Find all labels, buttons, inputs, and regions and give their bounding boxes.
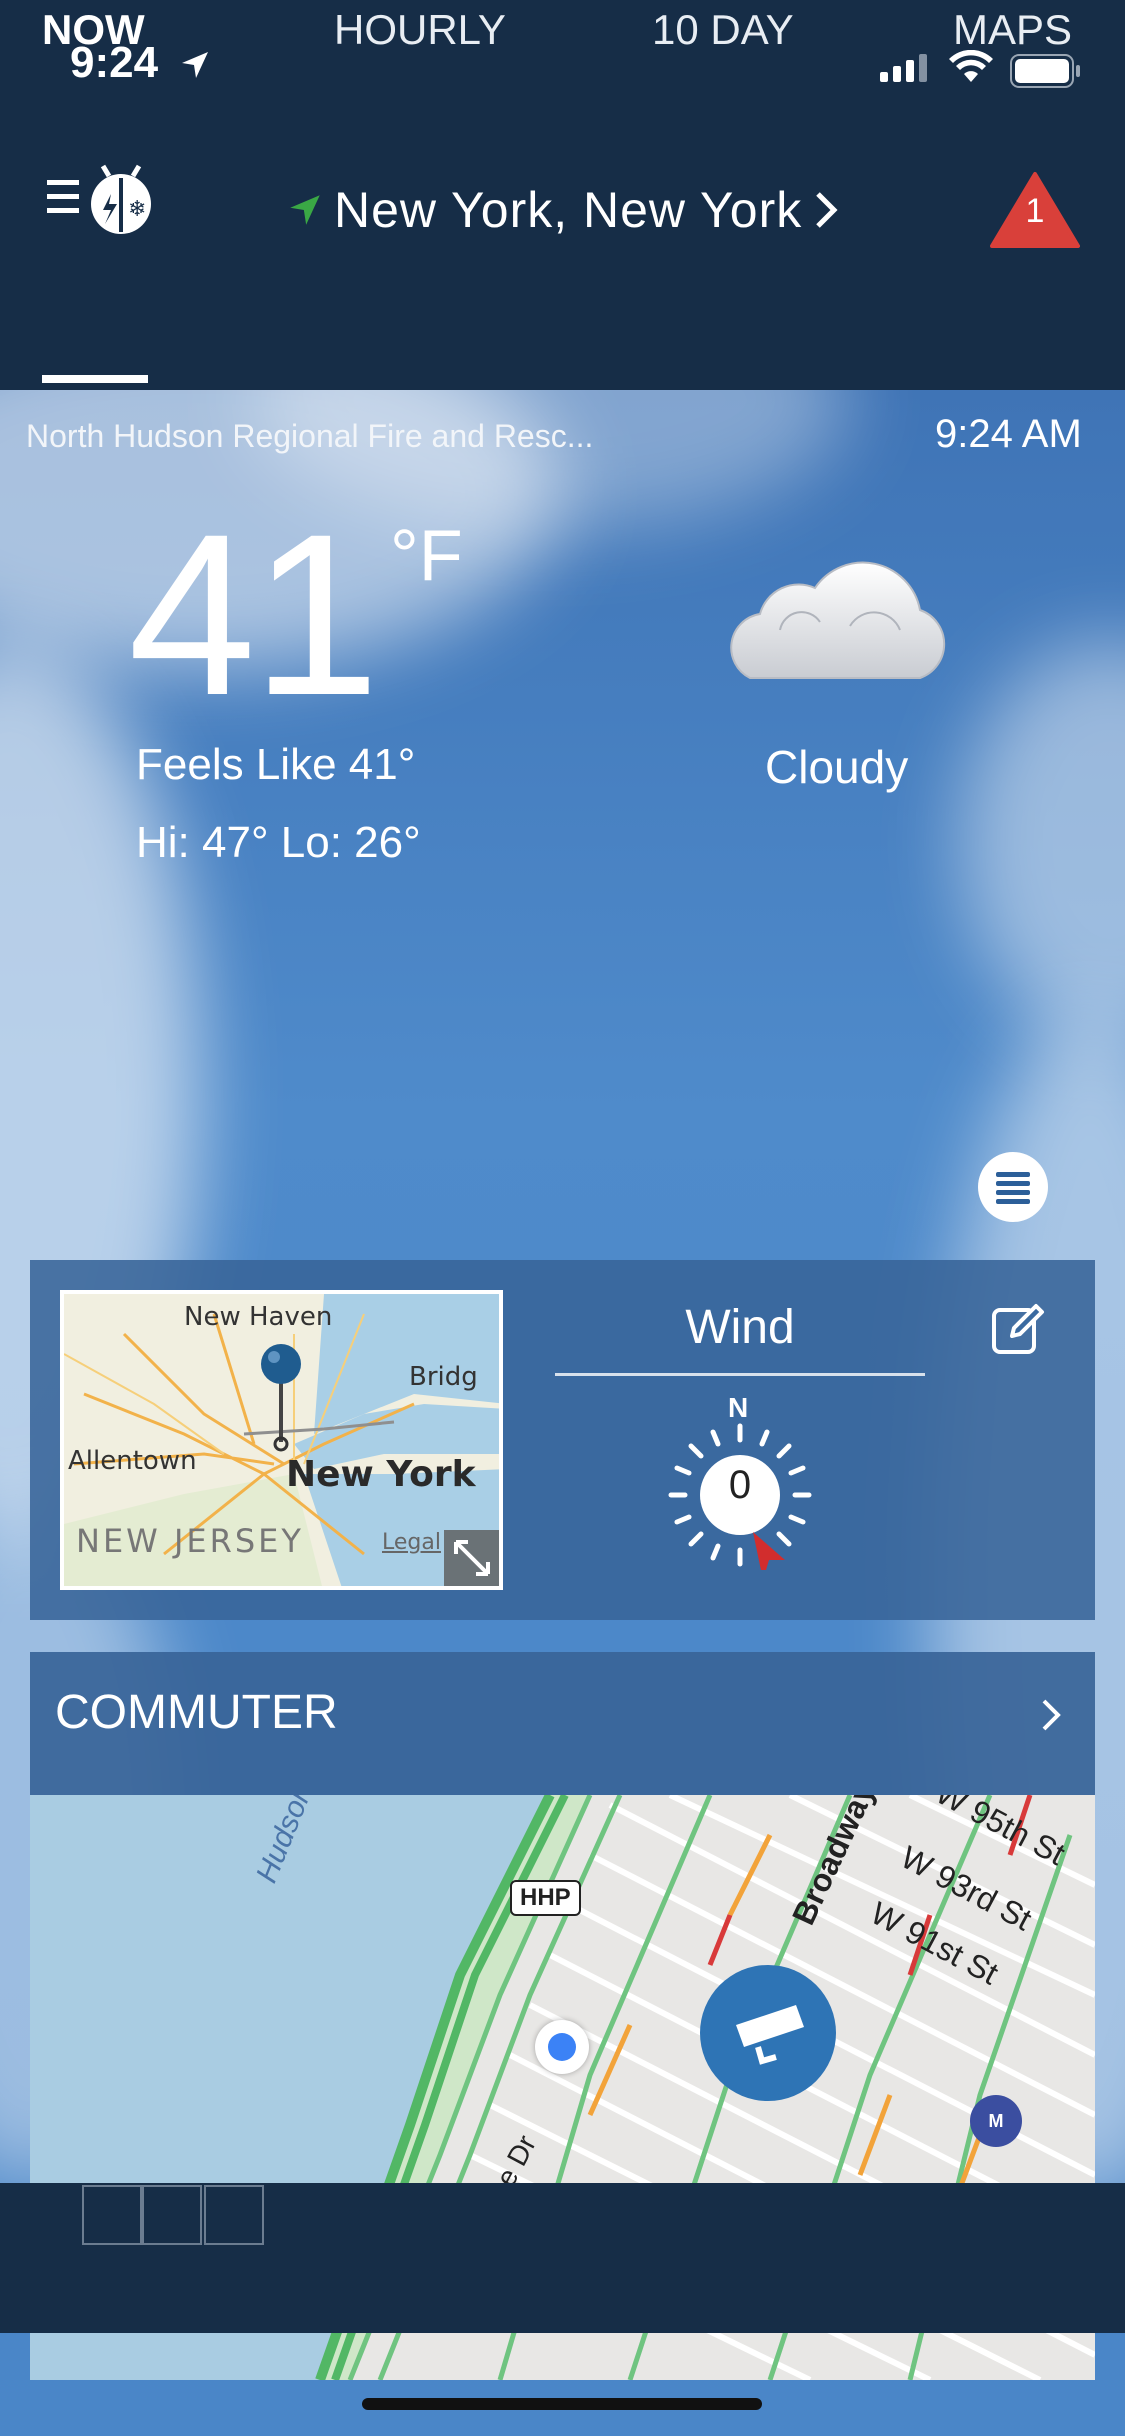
subway-icon: M	[970, 2095, 1022, 2147]
map-legal-link[interactable]: Legal	[382, 1530, 441, 1555]
tab-hourly[interactable]: HOURLY	[334, 0, 506, 90]
wind-divider	[555, 1373, 925, 1376]
tab-10-day[interactable]: 10 DAY	[652, 0, 794, 90]
condition-text: Cloudy	[765, 741, 909, 793]
map-label-new-haven: New Haven	[184, 1302, 333, 1332]
camera-icon	[736, 2005, 804, 2065]
ad-slot[interactable]	[82, 2185, 142, 2245]
current-location-dot	[535, 2020, 589, 2074]
tab-maps[interactable]: MAPS	[953, 0, 1072, 90]
location-selector[interactable]: New York, New York	[288, 180, 840, 240]
station-name[interactable]: North Hudson Regional Fire and Resc...	[26, 418, 593, 455]
temperature-unit: °F	[390, 516, 463, 596]
ad-slot[interactable]	[204, 2185, 264, 2245]
wind-title: Wind	[685, 1301, 795, 1354]
weatherbug-menu-icon: ❄	[47, 164, 151, 234]
home-indicator[interactable]	[362, 2398, 762, 2410]
commuter-title: COMMUTER	[55, 1686, 338, 1739]
alert-button[interactable]: 1	[990, 170, 1080, 250]
expand-map-button[interactable]	[444, 1530, 499, 1586]
tab-now[interactable]: NOW	[42, 0, 145, 90]
edit-card-button[interactable]	[990, 1300, 1046, 1356]
alert-count: 1	[1025, 192, 1045, 230]
map-label-new-jersey: NEW JERSEY	[76, 1522, 304, 1560]
edit-icon	[992, 1304, 1044, 1354]
map-label-allentown: Allentown	[68, 1446, 197, 1476]
app-header	[0, 135, 1125, 390]
list-icon	[996, 1172, 1030, 1204]
expand-icon	[454, 1540, 490, 1576]
map-label-bridgeport: Bridg	[409, 1362, 478, 1392]
map-pin-icon	[261, 1344, 301, 1452]
location-name: New York, New York	[334, 182, 803, 238]
active-tab-indicator	[42, 375, 148, 383]
map-label-new-york: New York	[286, 1454, 476, 1495]
cellular-signal-icon	[880, 54, 927, 82]
map-thumbnail[interactable]: New Haven Bridg Allentown New York NEW J…	[60, 1290, 503, 1590]
menu-button[interactable]: ❄	[45, 160, 165, 240]
current-temperature: 41	[128, 486, 380, 743]
map-label-hhp: HHP	[510, 1880, 581, 1916]
feels-like: Feels Like 41°	[136, 740, 416, 789]
chevron-right-icon	[1042, 1699, 1061, 1731]
svg-text:❄: ❄	[128, 197, 146, 222]
hi-lo-temperature: Hi: 47° Lo: 26°	[136, 818, 421, 867]
details-list-button[interactable]	[978, 1152, 1048, 1222]
observation-time: 9:24 AM	[935, 412, 1082, 456]
location-arrow-icon	[290, 195, 320, 225]
traffic-camera-button[interactable]	[700, 1965, 836, 2101]
ad-slot[interactable]	[142, 2185, 202, 2245]
location-arrow-icon	[182, 52, 208, 78]
wind-speed: 0	[728, 1463, 752, 1507]
cloudy-icon	[730, 561, 946, 679]
chevron-right-icon	[816, 192, 838, 228]
